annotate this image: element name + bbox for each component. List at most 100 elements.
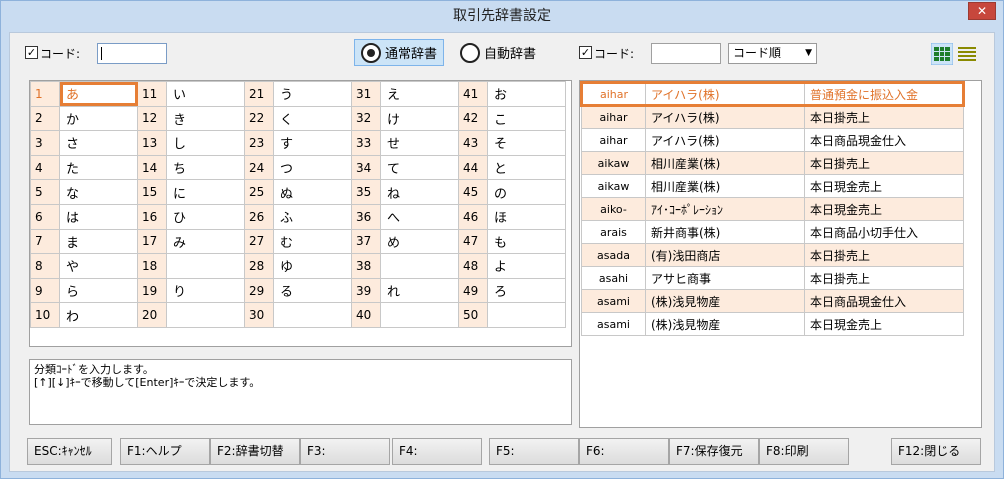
kana-cell-label[interactable]: も [487,228,566,255]
f1-help-button[interactable]: F1:ヘルプ [120,438,210,465]
kana-cell-label[interactable]: へ [380,203,459,230]
kana-cell-number[interactable]: 6 [30,203,60,230]
kana-cell-number[interactable]: 5 [30,179,60,205]
kana-cell-label[interactable]: は [59,203,138,230]
kana-cell-label[interactable] [380,253,459,279]
esc-cancel-button[interactable]: ESC:ｷｬﾝｾﾙ [27,438,112,465]
kana-cell-number[interactable]: 47 [458,228,488,255]
kana-cell-number[interactable]: 7 [30,228,60,255]
kana-cell-label[interactable]: ち [166,154,245,181]
dictionary-row[interactable]: arais 新井商事(株) 本日商品小切手仕入 [581,220,964,244]
kana-cell-label[interactable]: ふ [273,203,352,230]
kana-cell-label[interactable] [487,302,566,328]
kana-cell-label[interactable] [166,302,245,328]
kana-cell-label[interactable]: い [166,81,245,107]
kana-cell-number[interactable]: 31 [351,81,381,107]
kana-cell-number[interactable]: 44 [458,154,488,181]
kana-cell-label[interactable]: と [487,154,566,181]
dictionary-row[interactable]: aikaw 相川産業(株) 本日現金売上 [581,174,964,198]
kana-cell-number[interactable]: 32 [351,105,381,132]
kana-cell-number[interactable]: 12 [137,105,167,132]
kana-cell-number[interactable]: 48 [458,253,488,279]
kana-cell-number[interactable]: 14 [137,154,167,181]
kana-cell-label[interactable]: る [273,277,352,304]
kana-cell-number[interactable]: 26 [244,203,274,230]
kana-cell-number[interactable]: 21 [244,81,274,107]
kana-cell-label[interactable]: な [59,179,138,205]
list-view-icon[interactable] [956,43,978,65]
kana-cell-number[interactable]: 1 [30,81,60,107]
kana-cell-label[interactable]: ひ [166,203,245,230]
kana-cell-label[interactable]: れ [380,277,459,304]
f8-print-button[interactable]: F8:印刷 [759,438,849,465]
kana-cell-label[interactable]: こ [487,105,566,132]
kana-cell-label[interactable]: よ [487,253,566,279]
kana-cell-label[interactable]: さ [59,130,138,156]
kana-cell-label[interactable]: し [166,130,245,156]
sort-order-select[interactable]: コード順 ▼ [728,43,817,64]
kana-cell-label[interactable]: ま [59,228,138,255]
kana-cell-number[interactable]: 29 [244,277,274,304]
kana-cell-number[interactable]: 15 [137,179,167,205]
kana-cell-label[interactable]: の [487,179,566,205]
kana-cell-label[interactable]: せ [380,130,459,156]
f2-switch-dictionary-button[interactable]: F2:辞書切替 [210,438,300,465]
kana-cell-number[interactable]: 38 [351,253,381,279]
kana-cell-label[interactable]: に [166,179,245,205]
kana-cell-number[interactable]: 43 [458,130,488,156]
f3-button[interactable]: F3: [300,438,390,465]
kana-cell-number[interactable]: 30 [244,302,274,328]
kana-cell-number[interactable]: 45 [458,179,488,205]
kana-cell-label[interactable]: り [166,277,245,304]
dictionary-row[interactable]: aihar アイハラ(株) 普通預金に振込入金 [580,81,965,107]
kana-cell-label[interactable]: や [59,253,138,279]
kana-cell-label[interactable] [166,253,245,279]
kana-cell-number[interactable]: 3 [30,130,60,156]
kana-cell-label[interactable]: ね [380,179,459,205]
dictionary-row[interactable]: aikaw 相川産業(株) 本日掛売上 [581,151,964,175]
kana-cell-label[interactable]: そ [487,130,566,156]
dictionary-row[interactable]: aihar アイハラ(株) 本日掛売上 [581,105,964,129]
kana-cell-label[interactable]: す [273,130,352,156]
kana-cell-number[interactable]: 50 [458,302,488,328]
kana-cell-label[interactable]: ろ [487,277,566,304]
kana-cell-label[interactable] [380,302,459,328]
kana-cell-number[interactable]: 22 [244,105,274,132]
right-code-input[interactable] [651,43,721,64]
close-window-button[interactable]: ✕ [968,2,996,20]
kana-cell-number[interactable]: 36 [351,203,381,230]
kana-cell-number[interactable]: 11 [137,81,167,107]
radio-normal-dictionary[interactable]: 通常辞書 [354,39,445,66]
kana-cell-number[interactable]: 23 [244,130,274,156]
kana-cell-number[interactable]: 25 [244,179,274,205]
kana-cell-number[interactable]: 20 [137,302,167,328]
kana-cell-label[interactable]: み [166,228,245,255]
kana-cell-number[interactable]: 27 [244,228,274,255]
kana-cell-number[interactable]: 34 [351,154,381,181]
kana-cell-label[interactable]: め [380,228,459,255]
grid-view-icon[interactable] [931,43,953,65]
kana-cell-number[interactable]: 2 [30,105,60,132]
f5-button[interactable]: F5: [489,438,579,465]
f12-close-button[interactable]: F12:閉じる [891,438,981,465]
kana-cell-number[interactable]: 13 [137,130,167,156]
kana-cell-label[interactable]: つ [273,154,352,181]
kana-cell-number[interactable]: 9 [30,277,60,304]
kana-cell-label[interactable]: ら [59,277,138,304]
kana-cell-number[interactable]: 16 [137,203,167,230]
left-code-checkbox[interactable]: ✓ [25,46,38,59]
kana-cell-number[interactable]: 37 [351,228,381,255]
kana-cell-label[interactable]: て [380,154,459,181]
kana-cell-number[interactable]: 41 [458,81,488,107]
kana-cell-label[interactable]: ゆ [273,253,352,279]
kana-cell-label[interactable]: か [59,105,138,132]
kana-cell-number[interactable]: 49 [458,277,488,304]
kana-cell-label[interactable] [273,302,352,328]
kana-cell-number[interactable]: 24 [244,154,274,181]
kana-cell-label[interactable]: え [380,81,459,107]
kana-cell-number[interactable]: 35 [351,179,381,205]
f6-button[interactable]: F6: [579,438,669,465]
kana-cell-label[interactable]: く [273,105,352,132]
kana-cell-number[interactable]: 18 [137,253,167,279]
kana-cell-number[interactable]: 17 [137,228,167,255]
